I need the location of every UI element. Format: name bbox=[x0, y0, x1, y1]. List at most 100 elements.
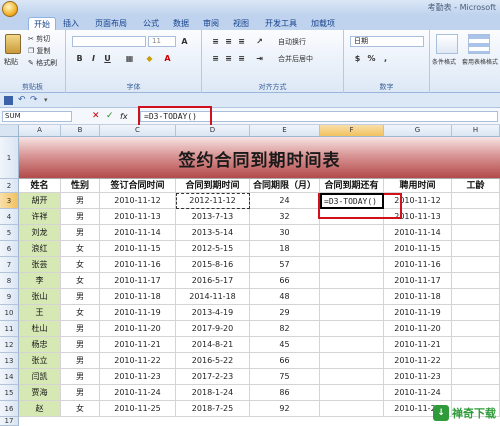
table-cell[interactable]: 2014-8-21 bbox=[176, 337, 250, 353]
tab-data[interactable]: 数据 bbox=[168, 17, 194, 30]
table-cell[interactable]: 2010-11-17 bbox=[384, 273, 452, 289]
table-cell[interactable]: 66 bbox=[250, 353, 320, 369]
table-cell[interactable]: 2016-5-22 bbox=[176, 353, 250, 369]
header-cell[interactable]: 工龄 bbox=[452, 179, 500, 193]
align-left-icon[interactable]: ≡ bbox=[210, 53, 221, 64]
row-header-16[interactable]: 16 bbox=[0, 401, 19, 417]
align-middle-icon[interactable]: ≡ bbox=[223, 36, 234, 47]
table-cell[interactable] bbox=[320, 273, 384, 289]
table-cell[interactable]: 女 bbox=[61, 257, 100, 273]
table-cell[interactable]: 男 bbox=[61, 337, 100, 353]
name-cell[interactable]: 张山 bbox=[19, 289, 61, 305]
table-cell[interactable]: 2018-1-24 bbox=[176, 385, 250, 401]
table-cell[interactable]: 2010-11-15 bbox=[100, 241, 176, 257]
percent-icon[interactable]: % bbox=[366, 53, 377, 64]
name-box[interactable]: SUM bbox=[2, 111, 72, 122]
column-header-d[interactable]: D bbox=[176, 125, 250, 137]
table-cell[interactable] bbox=[320, 321, 384, 337]
insert-function-icon[interactable]: fx bbox=[120, 111, 128, 122]
active-cell[interactable]: =D3-TODAY() bbox=[320, 193, 384, 209]
tab-review[interactable]: 审阅 bbox=[198, 17, 224, 30]
indent-icon[interactable]: ⇥ bbox=[254, 53, 265, 64]
table-cell[interactable]: 2016-5-17 bbox=[176, 273, 250, 289]
table-cell[interactable]: 2010-11-18 bbox=[384, 289, 452, 305]
tab-formulas[interactable]: 公式 bbox=[138, 17, 164, 30]
row-header-15[interactable]: 15 bbox=[0, 385, 19, 401]
table-cell[interactable] bbox=[452, 209, 500, 225]
table-cell[interactable] bbox=[320, 225, 384, 241]
name-cell[interactable]: 闫凯 bbox=[19, 369, 61, 385]
name-cell[interactable]: 刘龙 bbox=[19, 225, 61, 241]
row-header-12[interactable]: 12 bbox=[0, 337, 19, 353]
table-cell[interactable]: 2010-11-25 bbox=[100, 401, 176, 417]
formula-input[interactable]: =D3-TODAY() bbox=[140, 111, 498, 122]
align-top-icon[interactable]: ≡ bbox=[210, 36, 221, 47]
table-cell[interactable]: 2010-11-20 bbox=[384, 321, 452, 337]
row-header-10[interactable]: 10 bbox=[0, 305, 19, 321]
office-button[interactable] bbox=[2, 1, 18, 17]
column-header-h[interactable]: H bbox=[452, 125, 500, 137]
chevron-down-icon[interactable]: ▾ bbox=[44, 96, 53, 105]
name-cell[interactable]: 许祥 bbox=[19, 209, 61, 225]
undo-icon[interactable]: ↶ bbox=[18, 96, 27, 105]
italic-button[interactable]: I bbox=[88, 53, 99, 64]
table-cell[interactable]: 男 bbox=[61, 385, 100, 401]
table-cell[interactable]: 92 bbox=[250, 401, 320, 417]
table-cell[interactable] bbox=[320, 369, 384, 385]
table-cell[interactable] bbox=[452, 337, 500, 353]
table-cell[interactable]: 2010-11-24 bbox=[100, 385, 176, 401]
conditional-format-button[interactable]: 条件格式 bbox=[432, 57, 456, 66]
table-cell[interactable]: 2010-11-13 bbox=[100, 209, 176, 225]
table-cell[interactable]: 45 bbox=[250, 337, 320, 353]
table-cell[interactable]: 男 bbox=[61, 209, 100, 225]
paste-button[interactable]: 粘贴 bbox=[4, 57, 18, 67]
table-cell[interactable]: 2013-4-19 bbox=[176, 305, 250, 321]
table-cell[interactable]: 2010-11-21 bbox=[384, 337, 452, 353]
copy-button[interactable]: ❐ 复制 bbox=[28, 46, 51, 56]
table-cell[interactable] bbox=[320, 257, 384, 273]
table-cell[interactable]: 男 bbox=[61, 321, 100, 337]
header-cell[interactable]: 性别 bbox=[61, 179, 100, 193]
table-cell[interactable]: 2010-11-12 bbox=[100, 193, 176, 209]
select-all-corner[interactable] bbox=[0, 125, 19, 137]
row-header-14[interactable]: 14 bbox=[0, 369, 19, 385]
table-cell[interactable] bbox=[452, 321, 500, 337]
table-cell[interactable]: 男 bbox=[61, 369, 100, 385]
grow-font-icon[interactable]: A bbox=[179, 36, 190, 47]
table-cell[interactable]: 2010-11-19 bbox=[384, 305, 452, 321]
table-cell[interactable]: 2010-11-24 bbox=[384, 385, 452, 401]
row-header-11[interactable]: 11 bbox=[0, 321, 19, 337]
number-format-select[interactable]: 日期 bbox=[350, 36, 424, 47]
table-cell[interactable]: 2017-2-23 bbox=[176, 369, 250, 385]
table-cell[interactable]: 24 bbox=[250, 193, 320, 209]
header-cell[interactable]: 聘用时间 bbox=[384, 179, 452, 193]
table-cell[interactable] bbox=[320, 209, 384, 225]
table-cell[interactable] bbox=[452, 289, 500, 305]
column-header-e[interactable]: E bbox=[250, 125, 320, 137]
table-cell[interactable]: 32 bbox=[250, 209, 320, 225]
row-header-3[interactable]: 3 bbox=[0, 193, 19, 209]
row-header-1[interactable]: 1 bbox=[0, 137, 19, 179]
row-header-5[interactable]: 5 bbox=[0, 225, 19, 241]
header-cell[interactable]: 签订合同时间 bbox=[100, 179, 176, 193]
currency-icon[interactable]: $ bbox=[352, 53, 363, 64]
align-bottom-icon[interactable]: ≡ bbox=[236, 36, 247, 47]
table-cell[interactable] bbox=[320, 353, 384, 369]
table-cell[interactable]: 2013-5-14 bbox=[176, 225, 250, 241]
table-cell[interactable]: 2010-11-20 bbox=[100, 321, 176, 337]
table-cell[interactable]: 女 bbox=[61, 273, 100, 289]
name-cell[interactable]: 张芸 bbox=[19, 257, 61, 273]
table-cell[interactable] bbox=[320, 337, 384, 353]
tab-home[interactable]: 开始 bbox=[28, 17, 56, 30]
row-header-9[interactable]: 9 bbox=[0, 289, 19, 305]
bold-button[interactable]: B bbox=[74, 53, 85, 64]
cancel-icon[interactable]: ✕ bbox=[92, 111, 100, 122]
table-cell[interactable]: 2010-11-15 bbox=[384, 241, 452, 257]
name-cell[interactable]: 杨忠 bbox=[19, 337, 61, 353]
table-cell[interactable]: 86 bbox=[250, 385, 320, 401]
save-icon[interactable] bbox=[4, 96, 13, 105]
wrap-text-button[interactable]: 自动换行 bbox=[278, 37, 306, 47]
column-header-a[interactable]: A bbox=[19, 125, 61, 137]
comma-icon[interactable]: , bbox=[380, 53, 391, 64]
redo-icon[interactable]: ↷ bbox=[30, 96, 39, 105]
